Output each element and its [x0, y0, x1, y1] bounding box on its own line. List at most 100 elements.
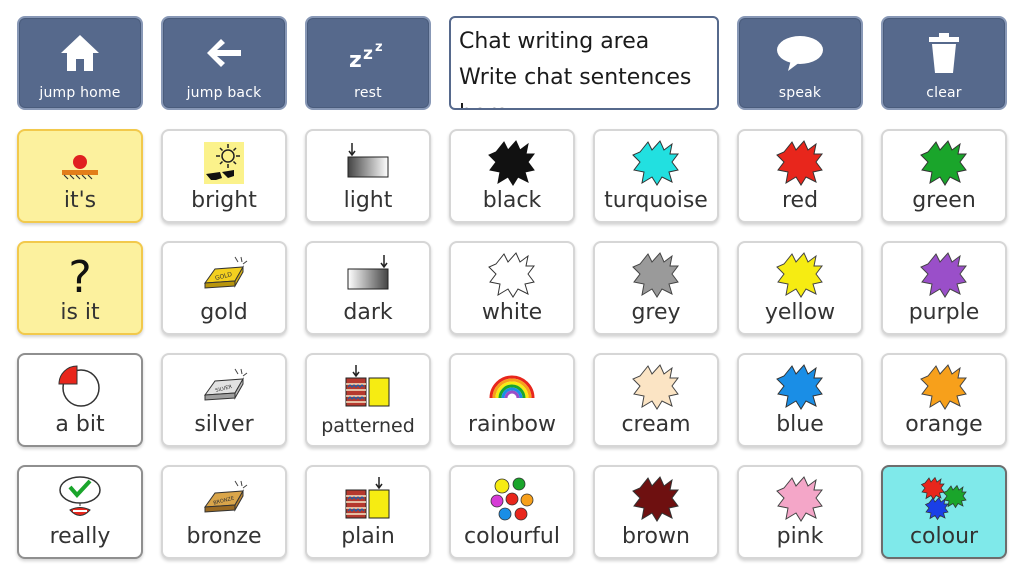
- cell-label: yellow: [764, 300, 836, 325]
- chat-line-3: here: [459, 96, 709, 108]
- cell-brown[interactable]: brown: [593, 465, 719, 559]
- cell-label: dark: [343, 300, 393, 325]
- cell-label: grey: [631, 300, 681, 325]
- arrow-left-icon: [163, 30, 285, 76]
- trash-icon: [883, 30, 1005, 76]
- chat-writing-area[interactable]: Chat writing area Write chat sentences h…: [449, 16, 719, 110]
- cell-label: cream: [621, 412, 691, 437]
- cell-plain[interactable]: plain: [305, 465, 431, 559]
- cell-label: it's: [63, 188, 97, 213]
- patterned-icon: [307, 361, 429, 413]
- svg-text:z: z: [375, 40, 383, 55]
- chat-line-1: Chat writing area: [459, 29, 650, 54]
- svg-text:z: z: [363, 44, 373, 64]
- cell-orange[interactable]: orange: [881, 353, 1007, 447]
- cell-label: light: [343, 188, 393, 213]
- cell-label: bronze: [186, 524, 262, 549]
- cell-label: orange: [905, 412, 983, 437]
- speech-check-icon: [19, 473, 141, 525]
- speak-label: speak: [778, 85, 822, 101]
- speak-button[interactable]: speak: [737, 16, 863, 110]
- jump-home-button[interactable]: jump home: [17, 16, 143, 110]
- cell-black[interactable]: black: [449, 129, 575, 223]
- cell-label: rainbow: [468, 412, 556, 437]
- ball-on-surface-icon: [19, 137, 141, 189]
- cell-label: is it: [60, 300, 100, 325]
- cell-label: a bit: [55, 412, 105, 437]
- cell-label: silver: [194, 412, 254, 437]
- cream-scribble-icon: [595, 361, 717, 413]
- cell-label: really: [49, 524, 111, 549]
- question-mark-icon: ?: [19, 249, 141, 301]
- chat-line-2: Write chat sentences: [459, 65, 692, 90]
- yellow-scribble-icon: [739, 249, 861, 301]
- speech-bubble-icon: [739, 30, 861, 76]
- pie-slice-icon: [19, 361, 141, 413]
- cell-label: white: [481, 300, 543, 325]
- cell-bright[interactable]: bright: [161, 129, 287, 223]
- cell-is-it[interactable]: ? is it: [17, 241, 143, 335]
- cell-a-bit[interactable]: a bit: [17, 353, 143, 447]
- cell-label: brown: [622, 524, 690, 549]
- cell-label: blue: [776, 412, 824, 437]
- cell-its[interactable]: it's: [17, 129, 143, 223]
- cell-label: turquoise: [604, 188, 708, 213]
- cell-pink[interactable]: pink: [737, 465, 863, 559]
- cell-cream[interactable]: cream: [593, 353, 719, 447]
- silver-bar-icon: SILVER: [163, 361, 285, 413]
- jump-home-label: jump home: [39, 85, 121, 101]
- cell-white[interactable]: white: [449, 241, 575, 335]
- cell-label: black: [482, 188, 542, 213]
- cell-label: colourful: [464, 524, 560, 549]
- plain-icon: [307, 473, 429, 525]
- cell-rainbow[interactable]: rainbow: [449, 353, 575, 447]
- cell-blue[interactable]: blue: [737, 353, 863, 447]
- cell-label: pink: [776, 524, 824, 549]
- dark-gradient-icon: [307, 249, 429, 301]
- grey-scribble-icon: [595, 249, 717, 301]
- cell-light[interactable]: light: [305, 129, 431, 223]
- clear-label: clear: [926, 85, 962, 101]
- rest-button[interactable]: z z z rest: [305, 16, 431, 110]
- cell-label: bright: [191, 188, 257, 213]
- brown-scribble-icon: [595, 473, 717, 525]
- cell-green[interactable]: green: [881, 129, 1007, 223]
- cell-label: gold: [200, 300, 248, 325]
- rainbow-icon: [451, 361, 573, 413]
- colourful-dots-icon: [451, 473, 573, 525]
- blue-scribble-icon: [739, 361, 861, 413]
- orange-scribble-icon: [883, 361, 1005, 413]
- colour-scribbles-icon: [883, 473, 1005, 525]
- home-icon: [19, 30, 141, 76]
- light-gradient-icon: [307, 137, 429, 189]
- sun-sunglasses-icon: [163, 137, 285, 189]
- cell-label: plain: [341, 524, 395, 549]
- clear-button[interactable]: clear: [881, 16, 1007, 110]
- cell-grey[interactable]: grey: [593, 241, 719, 335]
- jump-back-label: jump back: [186, 85, 262, 101]
- cell-dark[interactable]: dark: [305, 241, 431, 335]
- cell-label: red: [781, 188, 819, 213]
- cell-colour[interactable]: colour: [881, 465, 1007, 559]
- svg-text:?: ?: [68, 252, 91, 298]
- white-scribble-icon: [451, 249, 573, 301]
- cell-label: green: [912, 188, 976, 213]
- cell-silver[interactable]: SILVER silver: [161, 353, 287, 447]
- cell-patterned[interactable]: patterned: [305, 353, 431, 447]
- cell-red[interactable]: red: [737, 129, 863, 223]
- gold-bar-icon: GOLD: [163, 249, 285, 301]
- cell-turquoise[interactable]: turquoise: [593, 129, 719, 223]
- cell-purple[interactable]: purple: [881, 241, 1007, 335]
- black-scribble-icon: [451, 137, 573, 189]
- jump-back-button[interactable]: jump back: [161, 16, 287, 110]
- cell-label: purple: [908, 300, 980, 325]
- cell-gold[interactable]: GOLD gold: [161, 241, 287, 335]
- cell-colourful[interactable]: colourful: [449, 465, 575, 559]
- purple-scribble-icon: [883, 249, 1005, 301]
- green-scribble-icon: [883, 137, 1005, 189]
- cell-yellow[interactable]: yellow: [737, 241, 863, 335]
- bronze-bar-icon: BRONZE: [163, 473, 285, 525]
- cell-really[interactable]: really: [17, 465, 143, 559]
- svg-text:z: z: [349, 48, 362, 73]
- cell-bronze[interactable]: BRONZE bronze: [161, 465, 287, 559]
